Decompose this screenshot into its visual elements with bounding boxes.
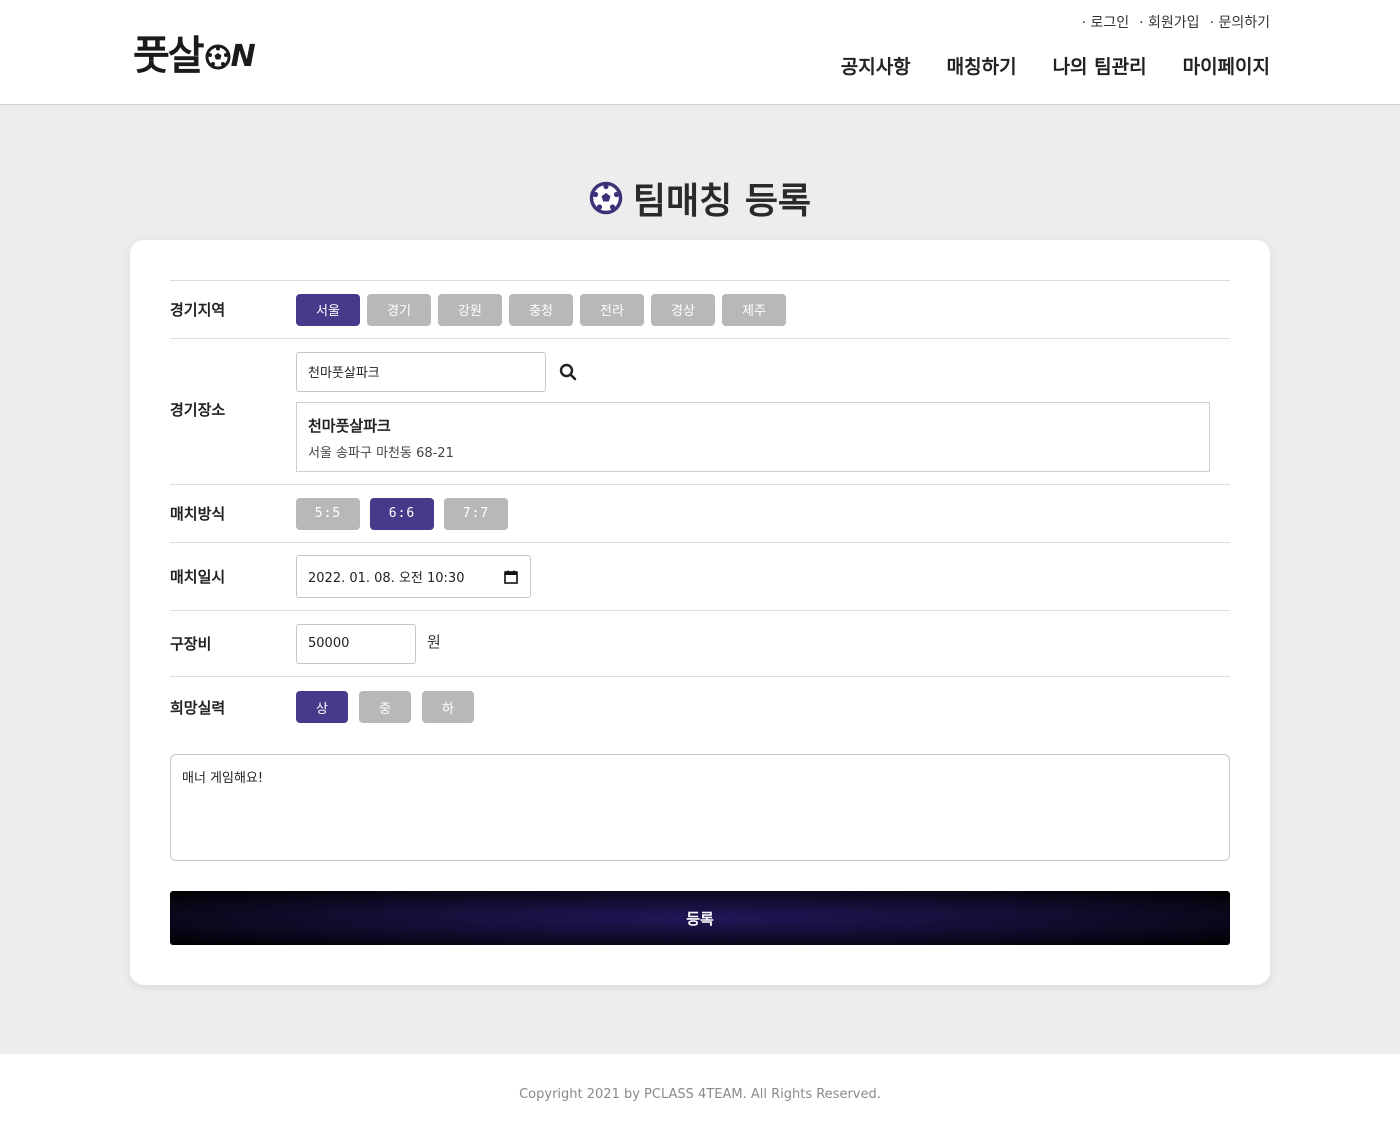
logo-on: N bbox=[205, 31, 256, 74]
region-row: 경기지역 서울 경기 강원 충청 전라 경상 제주 bbox=[170, 281, 1230, 339]
datetime-label: 매치일시 bbox=[170, 568, 226, 586]
nav-mypage[interactable]: 마이페이지 bbox=[1183, 52, 1270, 79]
site-logo[interactable]: 풋살 N bbox=[133, 27, 256, 79]
contact-link[interactable]: 문의하기 bbox=[1210, 12, 1270, 32]
login-link[interactable]: 로그인 bbox=[1082, 12, 1129, 32]
venue-row: 경기장소 천마풋살파크 천마풋살파크 서울 송파구 마천동 68-21 bbox=[170, 339, 1230, 485]
logo-n: N bbox=[230, 38, 256, 74]
match-type-7v7[interactable]: 7:7 bbox=[444, 497, 508, 530]
nav-my-team[interactable]: 나의 팀관리 bbox=[1053, 52, 1147, 79]
region-chip-gangwon[interactable]: 강원 bbox=[438, 293, 502, 326]
region-chip-gyeonggi[interactable]: 경기 bbox=[367, 293, 431, 326]
fee-body: 50000 원 bbox=[296, 623, 1230, 664]
soccer-ball-icon bbox=[589, 181, 623, 215]
venue-result-address: 서울 송파구 마천동 68-21 bbox=[308, 445, 454, 461]
soccer-ball-icon bbox=[205, 44, 231, 70]
match-type-5v5[interactable]: 5:5 bbox=[296, 497, 360, 530]
venue-search-input[interactable]: 천마풋살파크 bbox=[296, 351, 546, 392]
venue-result-name: 천마풋살파크 bbox=[308, 416, 391, 435]
match-type-6v6[interactable]: 6:6 bbox=[370, 497, 434, 530]
level-options: 상 중 하 bbox=[296, 691, 1230, 723]
main-nav: 공지사항 매칭하기 나의 팀관리 마이페이지 bbox=[841, 52, 1270, 79]
top-links: 로그인 회원가입 문의하기 bbox=[1082, 12, 1270, 32]
fee-row: 구장비 50000 원 bbox=[170, 611, 1230, 677]
copyright-text: Copyright 2021 by PCLASS 4TEAM. All Righ… bbox=[519, 1086, 881, 1102]
match-form: 경기지역 서울 경기 강원 충청 전라 경상 제주 경기장소 천마풋살파크 천마… bbox=[170, 280, 1230, 737]
memo-textarea[interactable]: 매너 게임해요! bbox=[170, 754, 1230, 861]
page-title: 팀매칭 등록 bbox=[0, 172, 1400, 224]
calendar-icon[interactable] bbox=[503, 569, 519, 585]
level-chip-high[interactable]: 상 bbox=[296, 691, 348, 723]
logo-text: 풋살 bbox=[133, 33, 205, 79]
match-register-card: 경기지역 서울 경기 강원 충청 전라 경상 제주 경기장소 천마풋살파크 천마… bbox=[130, 240, 1270, 985]
site-footer: Copyright 2021 by PCLASS 4TEAM. All Righ… bbox=[0, 1054, 1400, 1134]
nav-matching[interactable]: 매칭하기 bbox=[947, 52, 1017, 79]
region-chip-gyeongsang[interactable]: 경상 bbox=[651, 293, 715, 326]
fee-input[interactable]: 50000 bbox=[296, 623, 416, 664]
fee-label: 구장비 bbox=[170, 635, 212, 653]
region-chip-jeju[interactable]: 제주 bbox=[722, 293, 786, 326]
level-label: 희망실력 bbox=[170, 698, 226, 717]
venue-body: 천마풋살파크 천마풋살파크 서울 송파구 마천동 68-21 bbox=[296, 351, 1230, 472]
match-type-label: 매치방식 bbox=[170, 505, 226, 523]
nav-notice[interactable]: 공지사항 bbox=[841, 52, 911, 79]
region-chip-jeolla[interactable]: 전라 bbox=[580, 293, 644, 326]
datetime-body: 2022. 01. 08. 오전 10:30 bbox=[296, 555, 1230, 598]
region-options: 서울 경기 강원 충청 전라 경상 제주 bbox=[296, 293, 1230, 326]
search-icon[interactable] bbox=[559, 363, 577, 381]
match-type-row: 매치방식 5:5 6:6 7:7 bbox=[170, 485, 1230, 543]
datetime-row: 매치일시 2022. 01. 08. 오전 10:30 bbox=[170, 543, 1230, 611]
fee-unit: 원 bbox=[427, 633, 441, 651]
venue-result[interactable]: 천마풋살파크 서울 송파구 마천동 68-21 bbox=[296, 401, 1210, 472]
match-type-options: 5:5 6:6 7:7 bbox=[296, 497, 1230, 530]
venue-label: 경기장소 bbox=[170, 401, 226, 419]
level-chip-mid[interactable]: 중 bbox=[359, 691, 411, 723]
datetime-input[interactable]: 2022. 01. 08. 오전 10:30 bbox=[296, 555, 531, 598]
region-label: 경기지역 bbox=[170, 301, 226, 319]
datetime-value: 2022. 01. 08. 오전 10:30 bbox=[308, 571, 465, 586]
level-chip-low[interactable]: 하 bbox=[422, 691, 474, 723]
site-header: 풋살 N 로그인 회원가입 문의하기 공지사항 매칭하기 나의 팀관리 마이페이… bbox=[0, 0, 1400, 105]
region-chip-chungcheong[interactable]: 충청 bbox=[509, 293, 573, 326]
region-chip-seoul[interactable]: 서울 bbox=[296, 293, 360, 326]
venue-search: 천마풋살파크 bbox=[296, 351, 577, 392]
level-row: 희망실력 상 중 하 bbox=[170, 677, 1230, 737]
submit-button[interactable]: 등록 bbox=[170, 891, 1230, 945]
page-title-text: 팀매칭 등록 bbox=[632, 181, 812, 222]
signup-link[interactable]: 회원가입 bbox=[1139, 12, 1200, 32]
